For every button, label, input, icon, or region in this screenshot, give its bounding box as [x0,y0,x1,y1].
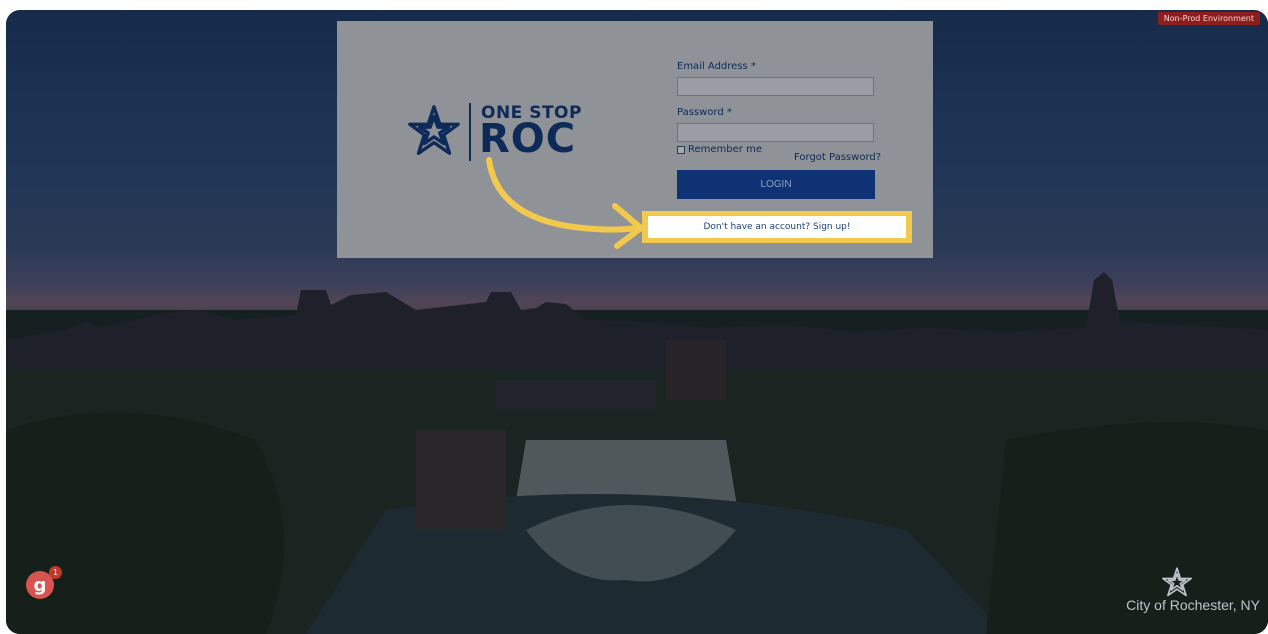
password-label: Password * [677,107,732,118]
remember-label: Remember me [688,144,762,155]
remember-checkbox[interactable] [677,145,685,154]
remember-me[interactable]: Remember me [677,144,762,155]
email-label: Email Address * [677,61,756,72]
guide-count-badge: 1 [49,566,62,579]
city-footer-text: City of Rochester, NY [1126,597,1260,613]
curved-arrow-icon [486,157,644,249]
environment-badge: Non-Prod Environment [1157,12,1260,25]
login-card: ONE STOP ROC Email Address * Password * … [337,21,933,258]
email-field[interactable] [677,77,874,96]
password-field[interactable] [677,123,874,142]
signup-link[interactable]: Don't have an account? Sign up! [648,216,906,238]
brand-divider [469,103,471,161]
signup-highlight: Don't have an account? Sign up! [642,211,912,243]
login-button[interactable]: LOGIN [677,170,875,199]
rochester-flower-icon [408,105,460,155]
forgot-password-link[interactable]: Forgot Password? [794,152,881,163]
rochester-flower-icon [1161,567,1193,597]
